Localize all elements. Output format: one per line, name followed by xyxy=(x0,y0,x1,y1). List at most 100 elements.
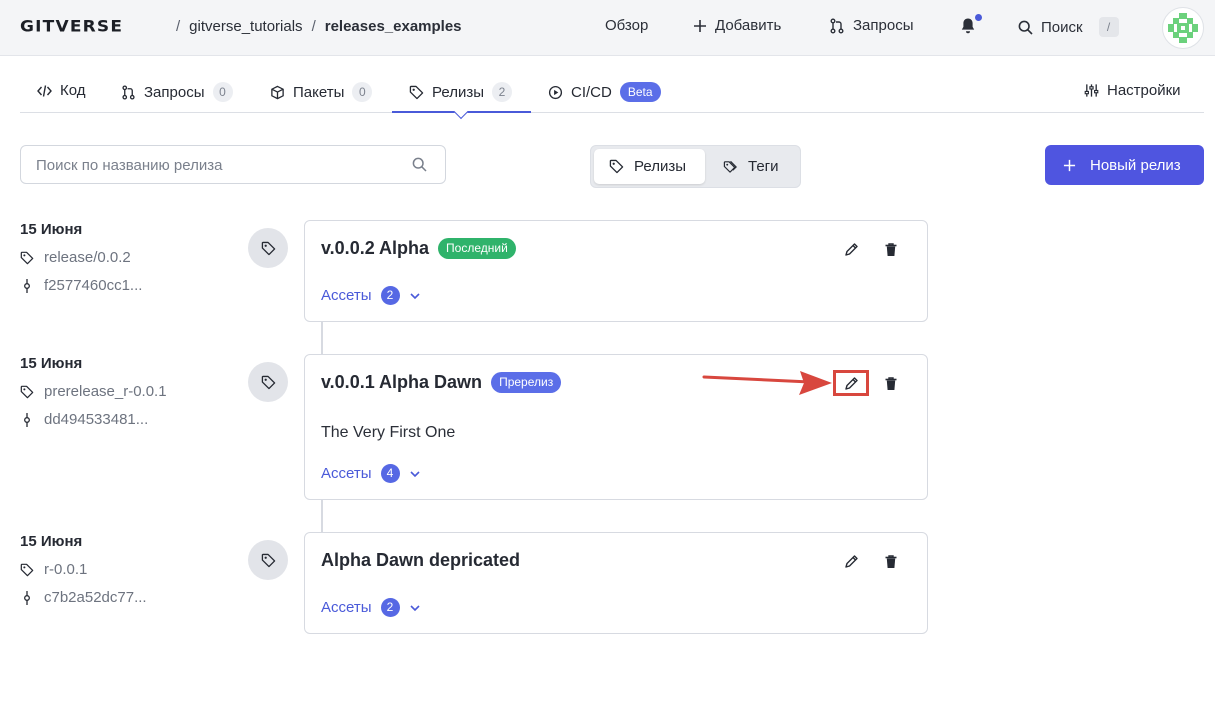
pull-request-icon xyxy=(122,84,135,100)
tab-settings-label: Настройки xyxy=(1107,82,1181,99)
assets-toggle[interactable]: Ассеты 2 xyxy=(321,598,421,617)
nav-add[interactable]: Добавить xyxy=(693,17,781,34)
toggle-tags-label: Теги xyxy=(748,158,779,175)
tab-packages[interactable]: Пакеты 0 xyxy=(270,82,373,102)
code-icon xyxy=(37,84,52,97)
tag-icon xyxy=(409,85,424,99)
tag-icon xyxy=(609,159,624,174)
release-commit-label: dd494533481... xyxy=(44,411,149,428)
release-commit[interactable]: c7b2a52dc77... xyxy=(20,588,147,607)
timeline-connector xyxy=(321,322,323,354)
tab-requests[interactable]: Запросы 0 xyxy=(121,82,233,102)
tab-packages-count: 0 xyxy=(352,82,373,102)
release-tag-label: prerelease_r-0.0.1 xyxy=(44,383,167,400)
tags-icon xyxy=(723,160,737,173)
notifications-button[interactable] xyxy=(960,17,976,39)
tab-settings[interactable]: Настройки xyxy=(1084,82,1181,99)
release-tag[interactable]: r-0.0.1 xyxy=(20,560,147,579)
gitverse-logo[interactable]: GITVERSE xyxy=(20,18,123,36)
commit-icon xyxy=(24,412,30,427)
play-circle-icon xyxy=(548,85,563,99)
release-tag[interactable]: release/0.0.2 xyxy=(20,248,142,267)
release-description: The Very First One xyxy=(321,424,456,441)
tag-icon xyxy=(261,553,275,567)
assets-toggle[interactable]: Ассеты 4 xyxy=(321,464,421,483)
nav-overview-label: Обзор xyxy=(605,17,649,34)
search-icon xyxy=(1018,20,1033,35)
chevron-down-icon xyxy=(409,470,420,477)
toggle-releases[interactable]: Релизы xyxy=(594,149,705,184)
assets-count: 2 xyxy=(380,598,400,617)
avatar[interactable] xyxy=(1162,7,1204,49)
new-release-label: Новый релиз xyxy=(1090,156,1181,174)
breadcrumb-owner[interactable]: gitverse_tutorials xyxy=(189,18,302,35)
toggle-tags[interactable]: Теги xyxy=(723,149,779,184)
nav-search-label: Поиск xyxy=(1041,18,1083,36)
release-date: 15 Июня xyxy=(20,355,83,372)
breadcrumb-separator: / xyxy=(311,18,316,35)
nav-requests[interactable]: Запросы xyxy=(829,17,914,34)
commit-icon xyxy=(24,278,30,293)
bell-icon xyxy=(961,18,975,34)
plus-icon xyxy=(694,19,706,32)
tab-packages-label: Пакеты xyxy=(293,83,345,101)
trash-icon[interactable] xyxy=(883,242,899,258)
breadcrumb-repo[interactable]: releases_examples xyxy=(325,18,462,35)
sliders-icon xyxy=(1084,84,1099,97)
tab-releases-count: 2 xyxy=(491,82,512,102)
assets-label: Ассеты xyxy=(321,465,372,482)
tab-cicd-label: CI/CD xyxy=(571,83,612,101)
tab-releases[interactable]: Релизы 2 xyxy=(409,82,512,102)
release-tag[interactable]: prerelease_r-0.0.1 xyxy=(20,382,167,401)
release-date: 15 Июня xyxy=(20,221,83,238)
annotation-highlight-box xyxy=(833,370,869,396)
plus-icon xyxy=(1063,159,1076,171)
latest-badge: Последний xyxy=(438,238,516,259)
release-title-row: Alpha Dawn depricated xyxy=(321,550,520,571)
release-tag-marker xyxy=(248,540,288,580)
nav-search[interactable]: Поиск / xyxy=(1018,17,1119,37)
tag-icon xyxy=(261,241,275,255)
assets-count: 2 xyxy=(380,286,400,305)
release-tag-marker xyxy=(248,228,288,268)
release-date: 15 Июня xyxy=(20,533,83,550)
release-commit[interactable]: dd494533481... xyxy=(20,410,167,429)
assets-label: Ассеты xyxy=(321,287,372,304)
release-tag-label: r-0.0.1 xyxy=(44,561,88,578)
trash-icon[interactable] xyxy=(883,554,899,570)
tab-releases-label: Релизы xyxy=(432,83,484,101)
nav-overview[interactable]: Обзор xyxy=(605,17,648,34)
prerelease-badge: Пререлиз xyxy=(491,372,562,393)
release-commit-label: f2577460cc1... xyxy=(44,277,143,294)
release-search-input[interactable] xyxy=(36,155,396,175)
assets-toggle[interactable]: Ассеты 2 xyxy=(321,286,421,305)
tab-cicd[interactable]: CI/CD Beta xyxy=(548,82,661,102)
pencil-icon[interactable] xyxy=(843,242,859,258)
new-release-button[interactable]: Новый релиз xyxy=(1045,145,1204,185)
annotation-arrow xyxy=(702,371,832,395)
release-card: v.0.0.2 Alpha Последний Ассеты 2 xyxy=(304,220,928,322)
release-title-row: v.0.0.2 Alpha Последний xyxy=(321,238,516,259)
tab-code[interactable]: Код xyxy=(37,82,86,99)
release-title[interactable]: Alpha Dawn depricated xyxy=(321,550,520,571)
tag-icon xyxy=(20,251,34,264)
release-title[interactable]: v.0.0.1 Alpha Dawn xyxy=(321,372,482,393)
active-tab-caret xyxy=(453,104,469,120)
releases-tags-toggle: Релизы Теги xyxy=(590,145,801,188)
commit-icon xyxy=(24,590,30,605)
nav-add-label: Добавить xyxy=(715,17,782,34)
release-commit[interactable]: f2577460cc1... xyxy=(20,276,142,295)
release-commit-label: c7b2a52dc77... xyxy=(44,589,147,606)
search-shortcut: / xyxy=(1098,17,1119,37)
search-icon[interactable] xyxy=(412,157,427,172)
package-icon xyxy=(271,85,284,99)
pull-request-icon xyxy=(830,18,844,33)
release-card: Alpha Dawn depricated Ассеты 2 xyxy=(304,532,928,634)
toggle-releases-label: Релизы xyxy=(634,158,686,175)
release-search xyxy=(20,145,446,184)
release-title-row: v.0.0.1 Alpha Dawn Пререлиз xyxy=(321,372,562,393)
release-title[interactable]: v.0.0.2 Alpha xyxy=(321,238,429,259)
release-tag-marker xyxy=(248,362,288,402)
trash-icon[interactable] xyxy=(883,376,899,392)
pencil-icon[interactable] xyxy=(843,554,859,570)
